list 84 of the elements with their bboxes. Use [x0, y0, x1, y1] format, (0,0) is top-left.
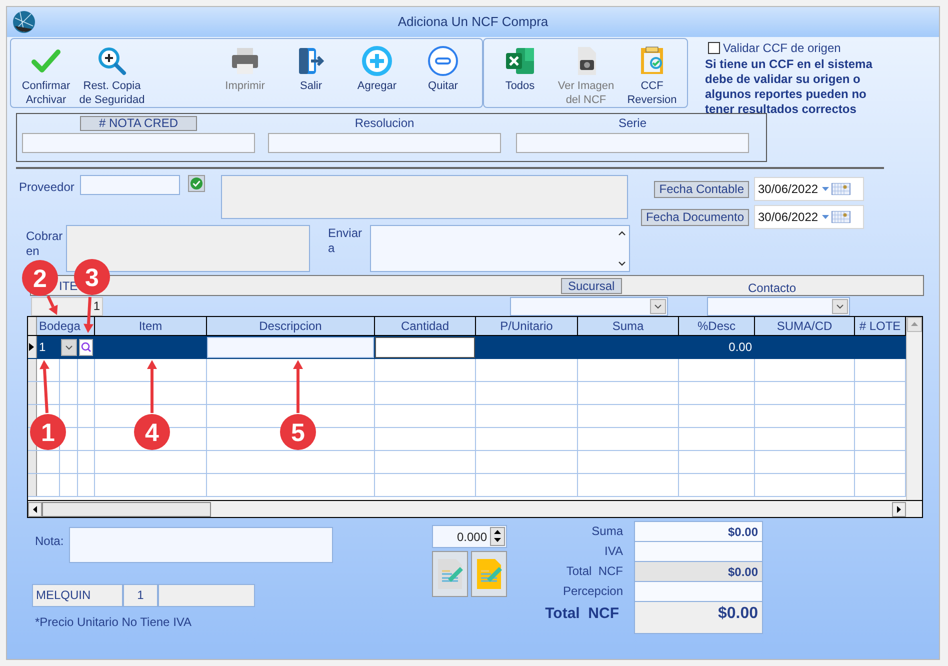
text-field[interactable] — [268, 133, 501, 153]
document-edit-icon — [475, 558, 503, 590]
spinner-arrows-icon — [490, 527, 505, 546]
row-header[interactable] — [28, 336, 37, 358]
total-value: $0.00 — [635, 522, 762, 542]
branch-label: Sucursal — [561, 278, 622, 294]
toolbar-button[interactable]: Todos — [487, 45, 553, 93]
column-header[interactable]: Suma — [578, 317, 679, 335]
contact-label: Contacto — [748, 280, 796, 297]
column-header[interactable]: Cantidad — [375, 317, 476, 335]
calendar-dropdown-icon — [822, 183, 852, 195]
footnote: *Precio Unitario No Tiene IVA — [35, 614, 193, 631]
window-title: Adiciona Un NCF Compra — [396, 13, 550, 32]
column-header[interactable]: SUMA/CD — [755, 317, 855, 335]
row-header — [28, 317, 37, 335]
calendar-dropdown-icon — [822, 211, 852, 223]
date-field[interactable]: 30/06/2022 — [754, 177, 864, 201]
chevron-down-icon — [65, 344, 73, 350]
validate-checkbox[interactable]: Validar CCF de origen — [708, 39, 872, 57]
numbered-callout: 1 — [30, 360, 66, 450]
scroll-thumb[interactable] — [42, 502, 211, 516]
total-label: IVA — [604, 543, 623, 560]
numbered-callout: 5 — [280, 360, 316, 450]
dropdown[interactable] — [510, 297, 668, 316]
toolbar-button[interactable]: Quitar — [410, 45, 476, 93]
total-label: Percepcion — [562, 583, 623, 600]
date-field[interactable]: 30/06/2022 — [754, 205, 864, 229]
toolbar-button[interactable]: Salir — [278, 45, 344, 93]
quantity-spinner[interactable]: 0.000 — [432, 525, 507, 548]
item-count: 1 — [31, 297, 103, 316]
total-label: Suma — [592, 523, 623, 540]
globe-logo-icon — [12, 10, 36, 34]
note-field[interactable] — [69, 527, 333, 563]
magnifier-plus-icon — [96, 45, 128, 77]
date-label: Fecha Contable — [654, 180, 749, 198]
grand-total-label: Total NCF — [545, 604, 620, 624]
supplier-field[interactable] — [80, 175, 180, 195]
dropdown[interactable] — [707, 297, 850, 316]
edit-button[interactable] — [471, 551, 507, 597]
section-label: ITE — [59, 278, 78, 294]
column-header[interactable]: P/Unitario — [476, 317, 578, 335]
total-value: $0.00 — [635, 562, 762, 582]
scroll-up-icon — [907, 317, 922, 332]
grid-row[interactable]: 1 0.00 — [28, 336, 906, 359]
table-cell: 0.00 — [679, 336, 755, 358]
numbered-callout: 4 — [134, 360, 170, 450]
text-field[interactable] — [516, 133, 749, 153]
toolbar-button[interactable]: Confirmar Archivar — [13, 45, 79, 107]
column-header[interactable]: Descripcion — [207, 317, 375, 335]
toolbar-button[interactable]: Agregar — [344, 45, 410, 93]
spreadsheet-icon — [504, 45, 536, 77]
toolbar-button[interactable]: Rest. Copia de Seguridad — [79, 45, 145, 107]
table-cell: 1 — [37, 336, 60, 358]
status-cell: 1 — [123, 584, 158, 607]
numbered-callout: 2 — [22, 260, 58, 315]
search-icon — [81, 342, 91, 352]
horizontal-scrollbar[interactable] — [28, 500, 922, 517]
add-icon — [361, 45, 393, 77]
document-edit-icon — [436, 558, 464, 590]
text-field[interactable] — [22, 133, 255, 153]
field-label: Serie — [618, 116, 646, 131]
column-header[interactable]: %Desc — [679, 317, 755, 335]
status-cell: MELQUIN — [32, 584, 123, 607]
send-to-field[interactable] — [370, 225, 630, 272]
remove-icon — [427, 45, 459, 77]
field-label: Cobrar en — [26, 229, 64, 259]
toolbar-button[interactable]: CCF Reversion — [619, 45, 685, 107]
vertical-scrollbar[interactable] — [906, 317, 922, 500]
grand-total-value: $0.00 — [635, 602, 762, 633]
total-label: Total NCF — [566, 563, 623, 580]
check-icon — [190, 177, 203, 190]
field-label: Proveedor — [19, 179, 76, 196]
field-label: Nota: — [35, 533, 65, 550]
field-label: Resolucion — [354, 116, 414, 131]
column-header[interactable]: # LOTE — [855, 317, 906, 335]
validate-button[interactable] — [188, 175, 205, 192]
validation-note: Si tiene un CCF en el sistema debe de validar su origen o algunos reportes pueden no tener resultados correctos — [705, 57, 872, 117]
field-label: # NOTA CRED — [80, 116, 197, 131]
column-header[interactable]: Bodega — [37, 317, 95, 335]
date-label: Fecha Documento — [640, 208, 749, 226]
edit-button[interactable] — [432, 551, 468, 597]
printer-icon — [229, 45, 261, 77]
column-header[interactable]: Item — [95, 317, 207, 335]
field-label: Enviar a — [328, 226, 364, 256]
